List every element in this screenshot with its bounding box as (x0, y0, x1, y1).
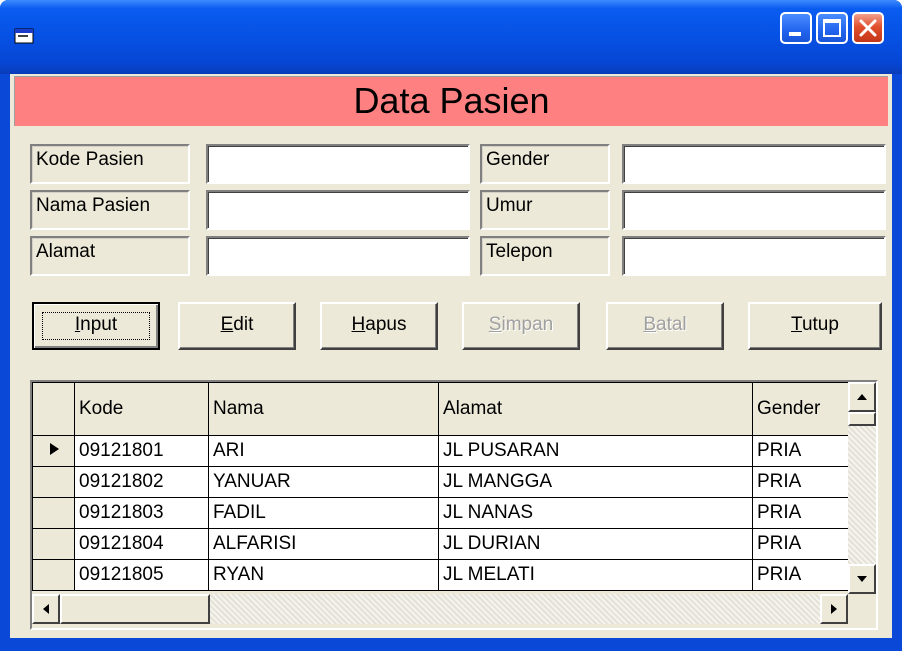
tutup-button-label: utup (801, 314, 839, 335)
page-title: Data Pasien (14, 76, 888, 126)
row-selector[interactable] (32, 559, 75, 591)
cell-kode[interactable]: 09121803 (74, 497, 209, 529)
title-bar[interactable] (0, 0, 902, 74)
cell-alamat[interactable]: JL NANAS (438, 497, 753, 529)
header-row: Kode Nama Alamat Gender (32, 382, 853, 436)
scroll-down-button[interactable] (848, 564, 876, 594)
alamat-input[interactable] (206, 236, 470, 276)
arrow-up-icon (857, 394, 867, 400)
gender-label: Gender (480, 144, 610, 184)
table-row[interactable]: 09121805 RYAN JL MELATI PRIA (32, 559, 853, 591)
row-selector[interactable] (32, 466, 75, 498)
horizontal-scrollbar[interactable] (32, 594, 848, 624)
row-selector-header (32, 382, 75, 436)
umur-label: Umur (480, 190, 610, 230)
hapus-button-label: apus (365, 314, 407, 335)
scrollbar-corner (848, 594, 876, 624)
hapus-button-hotkey: H (351, 314, 366, 335)
umur-input[interactable] (622, 190, 886, 230)
focus-rectangle (42, 312, 150, 340)
vertical-scrollbar[interactable] (848, 382, 876, 594)
cell-kode[interactable]: 09121801 (74, 435, 209, 467)
cell-gender[interactable]: PRIA (752, 466, 853, 498)
nama-pasien-label: Nama Pasien (30, 190, 190, 230)
simpan-button-label: impan (501, 314, 554, 335)
edit-button-hotkey: E (220, 314, 234, 335)
input-button[interactable]: Input (32, 302, 160, 350)
current-row-pointer-icon (49, 443, 59, 455)
close-icon (859, 19, 877, 37)
row-selector[interactable] (32, 435, 75, 467)
alamat-label: Alamat (30, 236, 190, 276)
close-button[interactable] (852, 12, 884, 44)
kode-pasien-input[interactable] (206, 144, 470, 184)
batal-button-hotkey: B (643, 314, 657, 335)
edit-button[interactable]: Edit (178, 302, 296, 350)
hapus-button[interactable]: Hapus (320, 302, 438, 350)
scroll-right-button[interactable] (820, 594, 848, 624)
data-table: Kode Nama Alamat Gender 09121801 ARI JL … (32, 382, 853, 591)
column-header-gender[interactable]: Gender (752, 382, 853, 436)
form-client-area: Data Pasien Kode Pasien Nama Pasien Alam… (10, 74, 892, 638)
maximize-button[interactable] (816, 12, 848, 44)
cell-gender[interactable]: PRIA (752, 528, 853, 560)
cell-gender[interactable]: PRIA (752, 559, 853, 591)
vertical-scroll-thumb[interactable] (848, 412, 876, 426)
cell-alamat[interactable]: JL MANGGA (438, 466, 753, 498)
cell-gender[interactable]: PRIA (752, 435, 853, 467)
nama-pasien-input[interactable] (206, 190, 470, 230)
cell-kode[interactable]: 09121805 (74, 559, 209, 591)
simpan-button[interactable]: Simpan (462, 302, 580, 350)
cell-nama[interactable]: ALFARISI (208, 528, 439, 560)
row-selector[interactable] (32, 497, 75, 529)
column-header-kode[interactable]: Kode (74, 382, 209, 436)
tutup-button[interactable]: Tutup (748, 302, 882, 350)
horizontal-scroll-thumb[interactable] (60, 594, 210, 624)
cell-kode[interactable]: 09121802 (74, 466, 209, 498)
arrow-left-icon (43, 604, 49, 614)
minimize-button[interactable] (780, 12, 812, 44)
cell-nama[interactable]: YANUAR (208, 466, 439, 498)
table-row[interactable]: 09121803 FADIL JL NANAS PRIA (32, 497, 853, 529)
kode-pasien-label: Kode Pasien (30, 144, 190, 184)
cell-alamat[interactable]: JL MELATI (438, 559, 753, 591)
data-grid[interactable]: Kode Nama Alamat Gender 09121801 ARI JL … (30, 380, 878, 630)
cell-alamat[interactable]: JL DURIAN (438, 528, 753, 560)
cell-nama[interactable]: ARI (208, 435, 439, 467)
scroll-left-button[interactable] (32, 594, 60, 624)
cell-nama[interactable]: RYAN (208, 559, 439, 591)
row-selector[interactable] (32, 528, 75, 560)
app-window: Data Pasien Kode Pasien Nama Pasien Alam… (0, 0, 902, 651)
batal-button[interactable]: Batal (606, 302, 724, 350)
column-header-alamat[interactable]: Alamat (438, 382, 753, 436)
table-row[interactable]: 09121804 ALFARISI JL DURIAN PRIA (32, 528, 853, 560)
cell-kode[interactable]: 09121804 (74, 528, 209, 560)
scroll-up-button[interactable] (848, 382, 876, 412)
tutup-button-hotkey: T (791, 314, 802, 335)
edit-button-label: dit (233, 314, 254, 335)
minimize-icon (789, 32, 801, 36)
column-header-nama[interactable]: Nama (208, 382, 439, 436)
cell-gender[interactable]: PRIA (752, 497, 853, 529)
app-icon (14, 28, 34, 44)
data-grid-body: Kode Nama Alamat Gender 09121801 ARI JL … (32, 382, 876, 628)
gender-input[interactable] (622, 144, 886, 184)
cell-nama[interactable]: FADIL (208, 497, 439, 529)
simpan-button-hotkey: S (488, 314, 502, 335)
batal-button-label: atal (656, 314, 687, 335)
arrow-down-icon (857, 576, 867, 582)
arrow-right-icon (831, 604, 837, 614)
cell-alamat[interactable]: JL PUSARAN (438, 435, 753, 467)
maximize-icon (823, 19, 841, 37)
telepon-input[interactable] (622, 236, 886, 276)
table-row[interactable]: 09121802 YANUAR JL MANGGA PRIA (32, 466, 853, 498)
table-row[interactable]: 09121801 ARI JL PUSARAN PRIA (32, 435, 853, 467)
telepon-label: Telepon (480, 236, 610, 276)
